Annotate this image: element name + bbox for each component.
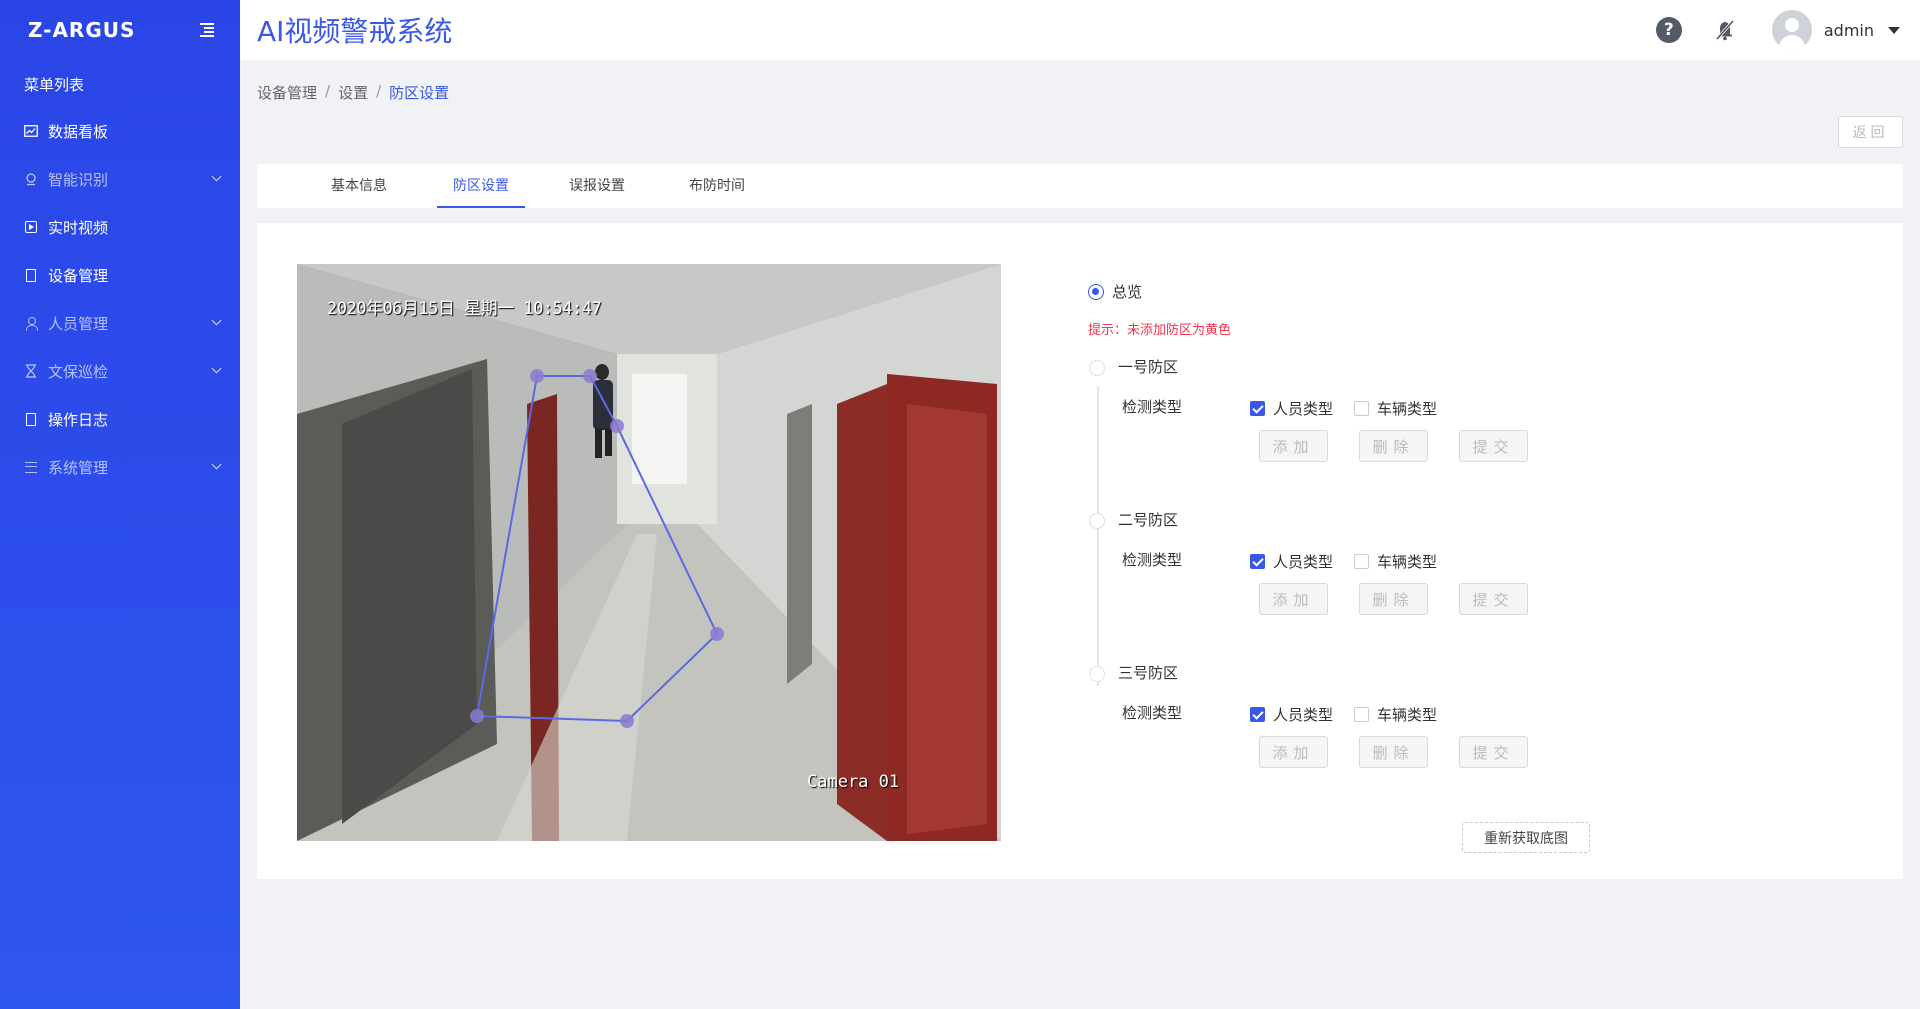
menu-toggle-icon[interactable]: [196, 23, 214, 37]
checkbox-checked-icon: [1250, 707, 1265, 722]
zone-panel: 2020年06月15日 星期一 10:54:47 Camera 01 总览 提示…: [257, 223, 1903, 879]
avatar[interactable]: [1771, 10, 1812, 50]
person-type-checkbox[interactable]: 人员类型: [1250, 398, 1333, 419]
sidebar-item-label: 系统管理: [48, 458, 109, 477]
corridor-scene: [297, 264, 1001, 841]
zone-radio[interactable]: [1089, 360, 1105, 376]
sidebar-item-label: 数据看板: [48, 122, 109, 141]
chevron-down-icon: [211, 171, 222, 182]
tab-basic-info[interactable]: 基本信息: [319, 164, 399, 208]
camera-snapshot[interactable]: 2020年06月15日 星期一 10:54:47 Camera 01: [297, 264, 1001, 841]
device-icon: [24, 268, 38, 282]
breadcrumb-item[interactable]: 设备管理: [257, 82, 317, 103]
list-icon: [24, 460, 38, 474]
sidebar-item-recognition[interactable]: 智能识别: [0, 155, 240, 203]
chevron-down-icon: [211, 459, 222, 470]
tabs-bar: 基本信息 防区设置 误报设置 布防时间: [257, 164, 1903, 208]
bell-off-icon[interactable]: [1712, 17, 1738, 43]
menu-title: 菜单列表: [24, 76, 85, 94]
overview-radio[interactable]: 总览: [1088, 281, 1142, 302]
sidebar-item-label: 实时视频: [48, 218, 109, 237]
checkbox-empty-icon: [1354, 554, 1369, 569]
back-button[interactable]: 返回: [1838, 116, 1903, 148]
detect-type-label: 检测类型: [1122, 704, 1183, 722]
zone-name: 一号防区: [1118, 358, 1179, 376]
checkbox-checked-icon: [1250, 401, 1265, 416]
submit-button[interactable]: 提交: [1459, 430, 1528, 462]
zone-name: 三号防区: [1118, 664, 1179, 682]
delete-button[interactable]: 删除: [1359, 583, 1428, 615]
top-header: AI视频警戒系统 ? admin: [240, 0, 1920, 60]
submit-button[interactable]: 提交: [1459, 583, 1528, 615]
sidebar: Z-ARGUS 菜单列表 数据看板 智能识别 实时视频 设备管理 人员管理 文保…: [0, 0, 240, 1009]
sidebar-item-personnel[interactable]: 人员管理: [0, 299, 240, 347]
vehicle-type-checkbox[interactable]: 车辆类型: [1354, 704, 1437, 725]
person-type-checkbox[interactable]: 人员类型: [1250, 704, 1333, 725]
checkbox-checked-icon: [1250, 554, 1265, 569]
zone-name: 二号防区: [1118, 511, 1179, 529]
breadcrumb-current: 防区设置: [389, 84, 450, 102]
person-type-checkbox[interactable]: 人员类型: [1250, 551, 1333, 572]
sidebar-item-label: 人员管理: [48, 314, 109, 333]
help-icon[interactable]: ?: [1655, 17, 1682, 43]
hint-text: 提示：未添加防区为黄色: [1088, 323, 1232, 338]
submit-button[interactable]: 提交: [1459, 736, 1528, 768]
sidebar-item-label: 操作日志: [48, 410, 109, 429]
sidebar-item-label: 设备管理: [48, 266, 109, 285]
camera-label: Camera 01: [807, 772, 900, 792]
tab-arming-time[interactable]: 布防时间: [677, 164, 757, 208]
radio-selected-icon[interactable]: [1088, 283, 1104, 300]
sidebar-item-live-video[interactable]: 实时视频: [0, 203, 240, 251]
sidebar-item-label: 智能识别: [48, 170, 109, 189]
delete-button[interactable]: 删除: [1359, 430, 1428, 462]
log-icon: [24, 412, 38, 426]
zone-radio[interactable]: [1089, 666, 1105, 682]
checkbox-empty-icon: [1354, 401, 1369, 416]
sidebar-item-device[interactable]: 设备管理: [0, 251, 240, 299]
sidebar-item-system[interactable]: 系统管理: [0, 443, 240, 491]
chart-icon: [24, 124, 38, 138]
detect-type-label: 检测类型: [1122, 398, 1183, 416]
play-icon: [24, 220, 38, 234]
hourglass-icon: [24, 364, 38, 378]
tab-false-alarm[interactable]: 误报设置: [557, 164, 637, 208]
camera-icon: [24, 172, 38, 186]
chevron-down-icon: [211, 315, 222, 326]
logo-row: Z-ARGUS: [0, 0, 240, 60]
video-timestamp: 2020年06月15日 星期一 10:54:47: [327, 299, 602, 319]
checkbox-empty-icon: [1354, 707, 1369, 722]
zone-radio[interactable]: [1089, 513, 1105, 529]
sidebar-item-label: 文保巡检: [48, 362, 109, 381]
add-button[interactable]: 添加: [1259, 583, 1328, 615]
breadcrumb-item[interactable]: 设置: [338, 82, 368, 103]
logo: Z-ARGUS: [28, 18, 136, 42]
breadcrumb: 设备管理 / 设置 / 防区设置: [257, 82, 450, 103]
chevron-down-icon: [211, 363, 222, 374]
delete-button[interactable]: 删除: [1359, 736, 1428, 768]
add-button[interactable]: 添加: [1259, 430, 1328, 462]
sidebar-item-dashboard[interactable]: 数据看板: [0, 107, 240, 155]
vehicle-type-checkbox[interactable]: 车辆类型: [1354, 398, 1437, 419]
tab-zone-settings[interactable]: 防区设置: [437, 164, 525, 208]
sidebar-item-oplog[interactable]: 操作日志: [0, 395, 240, 443]
refetch-base-image-button[interactable]: 重新获取底图: [1462, 822, 1590, 853]
header-actions: ? admin: [1655, 0, 1920, 60]
app-title: AI视频警戒系统: [257, 15, 453, 48]
caret-down-icon[interactable]: [1888, 26, 1900, 34]
username[interactable]: admin: [1824, 21, 1874, 40]
zone-timeline: [1097, 386, 1099, 686]
vehicle-type-checkbox[interactable]: 车辆类型: [1354, 551, 1437, 572]
detect-type-label: 检测类型: [1122, 551, 1183, 569]
overview-label: 总览: [1112, 283, 1143, 301]
sidebar-item-patrol[interactable]: 文保巡检: [0, 347, 240, 395]
user-icon: [24, 316, 38, 331]
add-button[interactable]: 添加: [1259, 736, 1328, 768]
